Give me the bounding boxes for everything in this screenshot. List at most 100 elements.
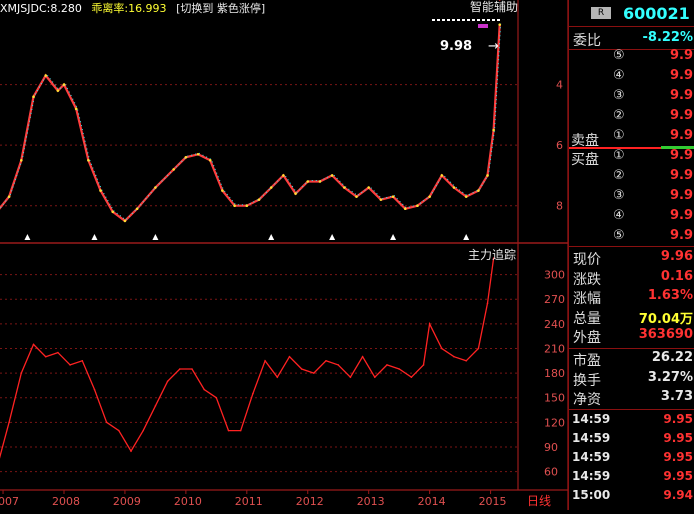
signal-triangle-icon: [152, 234, 159, 240]
main-force-point: [44, 355, 47, 358]
sell-level-price: 9.9: [669, 88, 693, 103]
main-force-point: [337, 364, 340, 366]
price-point: [184, 155, 188, 159]
price-point: [62, 83, 66, 86]
price-point: [233, 204, 236, 208]
price-point: [416, 204, 419, 208]
price-point: [477, 189, 480, 192]
tick-price: 9.95: [663, 412, 693, 426]
x-tick-label: 2013: [357, 495, 385, 508]
signal-triangle-icon: [24, 234, 31, 240]
main-force-point: [239, 429, 242, 432]
price-series: [0, 23, 502, 223]
signal-triangle-icon: [268, 234, 275, 240]
signal-triangle-icon: [91, 234, 98, 240]
price-point: [367, 186, 370, 189]
weibi-row: 委比 -8.22%: [569, 30, 694, 50]
kline-chart-area[interactable]: 864 6090120150180210240270300 2007200820…: [0, 0, 569, 510]
y-tick-label: 60: [544, 466, 558, 479]
sell-level-price: 9.9: [669, 128, 693, 143]
main-force-point: [81, 359, 84, 362]
x-tick-label: 2015: [479, 495, 507, 508]
main-force-point: [32, 343, 35, 346]
price-point: [391, 195, 395, 198]
main-force-point: [428, 323, 431, 325]
lower-y-ticks: 60 90 120 150 180 210 240 270 300: [544, 269, 565, 479]
stat-row: 涨跌 0.16: [569, 269, 694, 289]
price-point: [486, 174, 489, 177]
switch-link[interactable]: [切换到 紫色涨停]: [176, 2, 265, 15]
upper-y-ticks: 8 6 4: [556, 79, 563, 213]
arrow-right-icon: →: [488, 39, 499, 54]
r-badge: R: [591, 7, 611, 19]
stat-value: 70.04万: [638, 311, 693, 327]
x-tick-label: 2011: [235, 495, 263, 508]
chart-canvas[interactable]: 864 6090120150180210240270300 2007200820…: [0, 0, 569, 510]
main-force-point: [215, 396, 218, 399]
price-point: [257, 198, 261, 201]
price-point: [330, 174, 334, 177]
stat-value: 26.22: [651, 350, 693, 365]
period-label[interactable]: 日线: [527, 494, 551, 508]
tick-time: 15:00: [572, 488, 611, 502]
buy-level-index: ③: [613, 188, 625, 203]
price-line-cyan: [0, 23, 502, 221]
price-point: [32, 95, 35, 99]
quote-panel: R 600021 委比 -8.22% ⑤ 9.9 ④ 9.9 ③ 9.9 ② 9…: [568, 0, 694, 510]
assist-label[interactable]: 智能辅助: [470, 0, 518, 14]
price-point: [44, 74, 48, 77]
stat-label: 现价: [573, 252, 601, 268]
main-force-point: [93, 388, 96, 391]
buy-level-index: ⑤: [613, 228, 625, 243]
lower-grid: [0, 274, 518, 473]
main-force-point: [325, 359, 327, 362]
main-force-point: [20, 372, 23, 374]
price-point: [123, 219, 127, 223]
stock-code: 600021: [623, 4, 690, 23]
sell-level: ⑤ 9.9: [569, 48, 694, 68]
stat-label: 总量: [573, 310, 601, 327]
buy-level-price: 9.9: [669, 168, 693, 183]
buy-level-price: 9.9: [669, 228, 693, 243]
y-tick-label: 90: [544, 441, 558, 454]
price-point: [56, 89, 60, 92]
main-force-point: [453, 355, 455, 358]
y-tick-label: 300: [544, 269, 565, 282]
sell-label: 卖盘: [571, 133, 599, 149]
main-force-point: [422, 364, 425, 366]
main-force-point: [373, 376, 376, 379]
upper-grid: [0, 84, 518, 207]
main-force-point: [8, 421, 10, 424]
stat-value: 0.16: [660, 268, 693, 284]
y-tick-label: 4: [556, 79, 563, 92]
main-force-point: [69, 364, 71, 366]
sell-level-index: ②: [613, 108, 625, 123]
price-point: [20, 159, 23, 162]
main-force-point: [410, 376, 413, 379]
signal-triangle-icon: [463, 234, 470, 240]
price-point: [74, 107, 78, 111]
tick-price: 9.95: [663, 431, 693, 445]
x-tick-label: 2010: [174, 495, 202, 508]
tick-row: 14:59 9.95: [569, 450, 694, 470]
main-force-point: [276, 376, 279, 379]
main-force-point: [349, 376, 352, 379]
tick-row: 14:59 9.95: [569, 469, 694, 489]
price-point: [245, 204, 249, 208]
price-point: [208, 159, 212, 162]
main-force-point: [142, 429, 145, 432]
price-point: [221, 189, 224, 192]
signal-markers: [24, 234, 470, 240]
price-point: [343, 186, 346, 189]
tick-time: 14:59: [572, 469, 611, 483]
main-force-point: [264, 359, 266, 362]
tick-price: 9.95: [663, 450, 693, 464]
weibi-label: 委比: [573, 33, 601, 49]
stat-label: 换手: [573, 372, 601, 389]
stat-label: 外盘: [573, 330, 601, 346]
price-point: [172, 168, 175, 171]
main-force-point: [252, 392, 254, 395]
buy-level: ⑤ 9.9: [569, 228, 694, 248]
sell-level-price: 9.9: [669, 108, 693, 123]
main-force-point: [118, 429, 120, 432]
